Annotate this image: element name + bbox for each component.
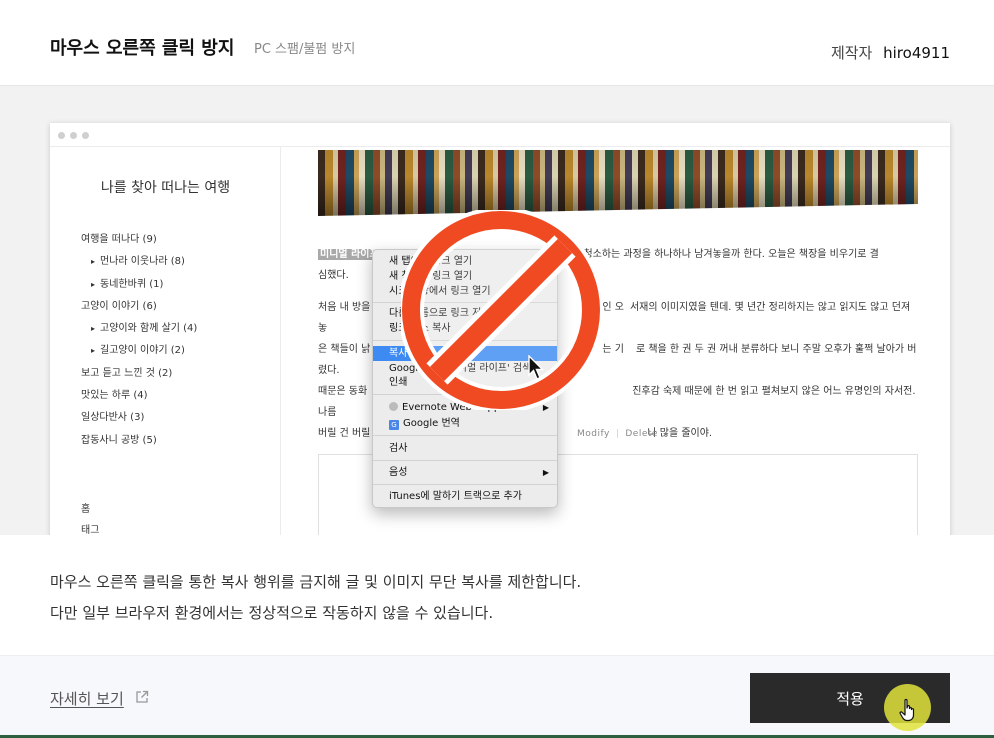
sidebar-nav-item[interactable]: 태그 (81, 520, 127, 535)
sidebar-subcategory-item[interactable]: 동네한바퀴 (1) (81, 274, 197, 296)
delete-link[interactable]: Delete (625, 429, 658, 439)
post-text: 고자 청소하는 과정을 하나하나 남겨놓을까 한다. 오늘은 책장을 비우기로 … (561, 249, 879, 260)
post-text: 버릴 건 버릴 (318, 428, 371, 439)
sidebar-category-item[interactable]: 맛있는 하루 (4) (81, 385, 197, 407)
context-menu-item[interactable]: iTunes에 말하기 트랙으로 추가 (373, 489, 557, 504)
plugin-header: 마우스 오른쪽 클릭 방지 PC 스팸/불펌 방지 제작자 hiro4911 (0, 0, 994, 86)
submenu-arrow-icon: ▶ (542, 468, 549, 477)
post-admin-links: Modify | Delete (577, 429, 658, 439)
blog-sidebar: 나를 찾아 떠나는 여행 여행을 떠나다 (9)먼나라 이웃나라 (8)동네한바… (50, 147, 281, 535)
plugin-maker: 제작자 hiro4911 (831, 42, 950, 63)
evernote-icon (389, 402, 398, 411)
plugin-description: 마우스 오른쪽 클릭을 통한 복사 행위를 금지해 글 및 이미지 무단 복사를… (0, 535, 994, 655)
context-menu-item[interactable]: 검사 (373, 441, 557, 456)
external-link-icon[interactable] (135, 690, 149, 704)
plugin-preview: 나를 찾아 떠나는 여행 여행을 떠나다 (9)먼나라 이웃나라 (8)동네한바… (0, 86, 994, 535)
hand-cursor-icon (899, 698, 915, 722)
window-dot (58, 132, 65, 139)
blog-title: 나를 찾아 떠나는 여행 (100, 180, 231, 196)
maker-label: 제작자 (830, 44, 873, 62)
post-text: 은 책들이 낡 (318, 344, 371, 355)
window-dot (70, 132, 77, 139)
blog-nav-list: 홈태그미디어로그 (81, 499, 127, 535)
sidebar-subcategory-item[interactable]: 길고양이 이야기 (2) (81, 340, 197, 362)
bookshelf-banner-image (318, 150, 918, 216)
sidebar-nav-item[interactable]: 홈 (81, 499, 127, 520)
description-line-1: 마우스 오른쪽 클릭을 통한 복사 행위를 금지해 글 및 이미지 무단 복사를… (50, 573, 582, 591)
post-text: 진 (632, 386, 642, 397)
post-text: 심했다. (318, 270, 349, 281)
window-dot (82, 132, 89, 139)
post-text: 처음 내 방을 (318, 302, 371, 313)
sidebar-category-item[interactable]: 여행을 떠나다 (9) (81, 229, 197, 251)
post-text: 인 오 (602, 302, 624, 313)
plugin-title: 마우스 오른쪽 클릭 방지 (50, 38, 235, 59)
details-link[interactable]: 자세히 보기 (50, 688, 124, 709)
context-menu-item-speech[interactable]: 음성 ▶ (373, 465, 557, 480)
sidebar-subcategory-item[interactable]: 고양이와 함께 살기 (4) (81, 318, 197, 340)
prohibition-icon (401, 210, 601, 410)
sidebar-category-item[interactable]: 보고 듣고 느낀 것 (2) (81, 363, 197, 385)
plugin-detail-page: 마우스 오른쪽 클릭 방지 PC 스팸/불펌 방지 제작자 hiro4911 나… (0, 0, 994, 738)
modify-link[interactable]: Modify (577, 429, 610, 439)
google-translate-icon: G (389, 420, 399, 430)
plugin-footer: 자세히 보기 적용 (0, 655, 994, 738)
sidebar-category-item[interactable]: 잡동사니 공방 (5) (81, 430, 197, 452)
maker-id: hiro4911 (883, 44, 950, 62)
context-menu-item-translate[interactable]: G Google 번역 (373, 416, 557, 431)
browser-title-bar (50, 123, 950, 147)
plugin-category: PC 스팸/불펌 방지 (254, 42, 356, 57)
description-line-2: 다만 일부 브라우저 환경에서는 정상적으로 작동하지 않을 수 있습니다. (50, 604, 494, 622)
arrow-cursor-icon (528, 355, 545, 380)
post-text: 는 기 (602, 344, 624, 355)
sidebar-category-item[interactable]: 고양이 이야기 (6) (81, 296, 197, 318)
post-text: 때문은 동화 (318, 386, 368, 397)
category-list: 여행을 떠나다 (9)먼나라 이웃나라 (8)동네한바퀴 (1)고양이 이야기 … (81, 229, 197, 452)
sidebar-category-item[interactable]: 일상다반사 (3) (81, 407, 197, 429)
sidebar-subcategory-item[interactable]: 먼나라 이웃나라 (8) (81, 251, 197, 273)
